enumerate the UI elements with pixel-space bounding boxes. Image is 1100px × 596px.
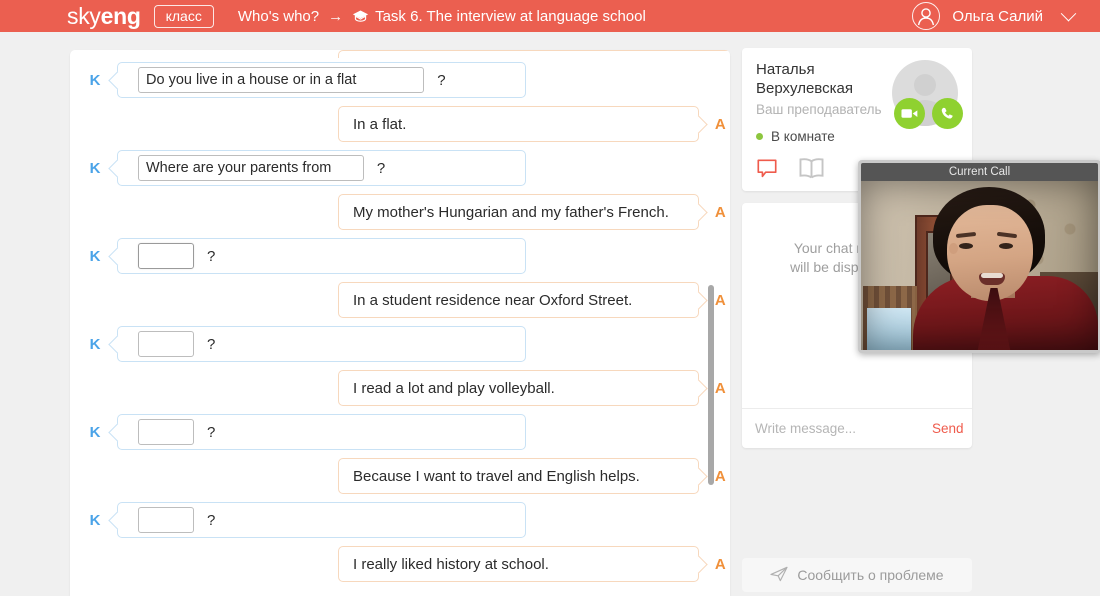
teacher-name: Наталья Верхулевская bbox=[756, 61, 853, 97]
graduation-cap-icon bbox=[352, 8, 369, 25]
answer-row: In a flat. A bbox=[70, 102, 730, 146]
question-speaker-marker: K bbox=[89, 511, 101, 529]
question-row: K? bbox=[70, 410, 730, 454]
answer-row: I really liked history at school. A bbox=[70, 542, 730, 586]
teacher-status: В комнате bbox=[756, 129, 958, 144]
breadcrumb-root-link[interactable]: Who's who? bbox=[238, 8, 319, 25]
report-problem-button[interactable]: Сообщить о проблеме bbox=[742, 558, 972, 592]
question-answer-input-3[interactable] bbox=[138, 155, 364, 181]
video-camera-icon[interactable] bbox=[894, 98, 925, 129]
question-bubble: ? bbox=[117, 62, 526, 98]
call-video-feed bbox=[861, 181, 1098, 350]
question-bubble: ? bbox=[117, 414, 526, 450]
question-speaker-marker: K bbox=[89, 335, 101, 353]
phone-icon[interactable] bbox=[932, 98, 963, 129]
question-bubble: ? bbox=[117, 238, 526, 274]
question-row: K? bbox=[70, 498, 730, 542]
user-name-label: Ольга Салий bbox=[952, 7, 1043, 25]
answer-bubble: I really liked history at school. bbox=[338, 546, 699, 582]
chat-input-row: Send bbox=[742, 408, 972, 448]
breadcrumb-arrow-icon: → bbox=[328, 7, 344, 25]
question-row: K? bbox=[70, 322, 730, 366]
exercise-scroll-area[interactable]: K?In a flat.AK?My mother's Hungarian and… bbox=[70, 50, 730, 596]
question-mark-label: ? bbox=[376, 159, 386, 177]
call-buttons bbox=[894, 98, 963, 129]
answer-bubble: Because I want to travel and English hel… bbox=[338, 458, 699, 494]
skyeng-logo[interactable]: skyeng bbox=[67, 2, 141, 29]
chevron-down-icon[interactable] bbox=[1060, 5, 1077, 21]
exercise-panel: K?In a flat.AK?My mother's Hungarian and… bbox=[70, 50, 730, 596]
avatar bbox=[912, 2, 941, 30]
top-header-bar: skyeng класс Who's who? → Task 6. The in… bbox=[0, 0, 1100, 32]
question-bubble: ? bbox=[117, 150, 526, 186]
question-answer-input-11[interactable] bbox=[138, 507, 194, 533]
answer-bubble-clipped bbox=[338, 50, 730, 58]
user-menu[interactable]: Ольга Салий bbox=[912, 0, 1077, 32]
answer-bubble: In a student residence near Oxford Stree… bbox=[338, 282, 699, 318]
speech-bubble-icon[interactable] bbox=[756, 158, 778, 185]
chat-message-input[interactable] bbox=[755, 421, 932, 436]
klass-button[interactable]: класс bbox=[153, 4, 214, 28]
answer-bubble: In a flat. bbox=[338, 106, 699, 142]
status-dot-icon bbox=[756, 133, 763, 140]
call-window-title[interactable]: Current Call bbox=[861, 163, 1098, 181]
question-row: K? bbox=[70, 146, 730, 190]
question-speaker-marker: K bbox=[89, 247, 101, 265]
report-problem-label: Сообщить о проблеме bbox=[797, 567, 944, 583]
answer-row: I read a lot and play volleyball. A bbox=[70, 366, 730, 410]
answer-row: Because I want to travel and English hel… bbox=[70, 454, 730, 498]
answer-bubble: My mother's Hungarian and my father's Fr… bbox=[338, 194, 699, 230]
question-bubble: ? bbox=[117, 326, 526, 362]
question-speaker-marker: K bbox=[89, 159, 101, 177]
question-mark-label: ? bbox=[207, 247, 216, 265]
question-speaker-marker: K bbox=[89, 71, 101, 89]
logo-eng-text: eng bbox=[100, 2, 141, 29]
question-row: K? bbox=[70, 234, 730, 278]
send-button[interactable]: Send bbox=[932, 421, 964, 436]
question-speaker-marker: K bbox=[89, 423, 101, 441]
question-answer-input-1[interactable] bbox=[138, 67, 425, 93]
question-row: K? bbox=[70, 58, 730, 102]
exercise-scrollbar-track[interactable] bbox=[708, 50, 722, 596]
breadcrumb-current-task: Task 6. The interview at language school bbox=[375, 7, 646, 25]
teacher-status-label: В комнате bbox=[771, 129, 835, 144]
question-mark-label: ? bbox=[207, 511, 216, 529]
video-call-window[interactable]: Current Call bbox=[858, 160, 1100, 353]
answer-row: My mother's Hungarian and my father's Fr… bbox=[70, 190, 730, 234]
answer-bubble: I read a lot and play volleyball. bbox=[338, 370, 699, 406]
logo-sky-text: sky bbox=[67, 2, 101, 29]
question-mark-label: ? bbox=[207, 335, 216, 353]
open-book-icon[interactable] bbox=[798, 157, 825, 185]
question-answer-input-9[interactable] bbox=[138, 419, 194, 445]
question-bubble: ? bbox=[117, 502, 526, 538]
question-mark-label: ? bbox=[207, 423, 216, 441]
paper-plane-icon bbox=[770, 566, 788, 585]
exercise-scrollbar-thumb[interactable] bbox=[708, 285, 714, 485]
answer-row: In a student residence near Oxford Stree… bbox=[70, 278, 730, 322]
breadcrumb: Who's who? → Task 6. The interview at la… bbox=[238, 8, 646, 25]
question-answer-input-7[interactable] bbox=[138, 331, 194, 357]
question-mark-label: ? bbox=[437, 71, 446, 89]
question-answer-input-5[interactable] bbox=[138, 243, 194, 269]
